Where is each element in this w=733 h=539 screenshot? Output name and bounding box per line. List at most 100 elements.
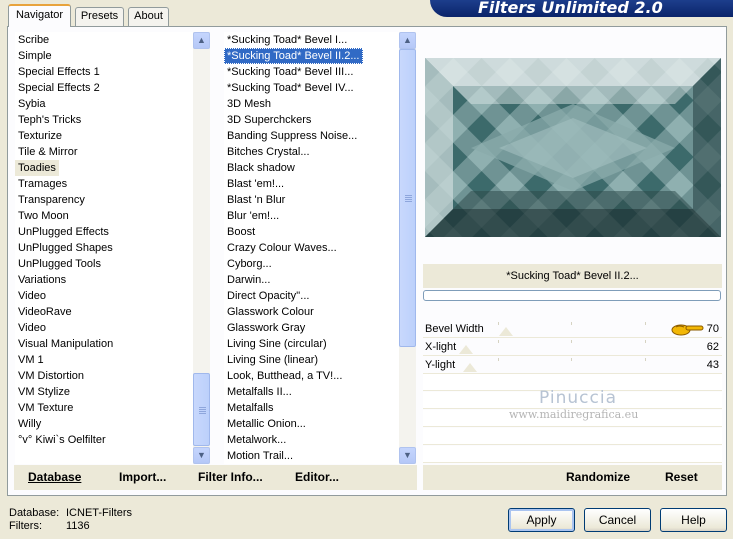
list-item[interactable]: Scribe (15, 32, 52, 48)
list-item[interactable]: Living Sine (circular) (224, 336, 330, 352)
list-item[interactable]: *Sucking Toad* Bevel III... (224, 64, 356, 80)
list-item[interactable]: Blur 'em!... (224, 208, 282, 224)
list-item[interactable]: Willy (15, 416, 44, 432)
list-item[interactable]: Texturize (15, 128, 65, 144)
filter-info-button[interactable]: Filter Info... (198, 465, 263, 490)
list-item[interactable]: 3D Mesh (224, 96, 274, 112)
list-item[interactable]: Special Effects 2 (15, 80, 103, 96)
list-item[interactable]: VM Distortion (15, 368, 87, 384)
down-arrow-icon[interactable]: ▼ (399, 447, 416, 464)
slider-tick (498, 340, 499, 343)
list-item[interactable]: Crazy Colour Waves... (224, 240, 340, 256)
database-button[interactable]: Database (28, 465, 81, 490)
param-row-bevel-width[interactable]: Bevel Width 70 (423, 320, 722, 338)
list-item[interactable]: Living Sine (linear) (224, 352, 321, 368)
list-item[interactable]: Blast 'n Blur (224, 192, 288, 208)
list-item[interactable]: VM Texture (15, 400, 76, 416)
list-item[interactable]: Tramages (15, 176, 70, 192)
list-item[interactable]: Visual Manipulation (15, 336, 116, 352)
list-item[interactable]: Boost (224, 224, 258, 240)
slider-tick (498, 322, 499, 325)
slider-marker (499, 327, 513, 336)
list-item[interactable]: Look, Butthead, a TV!... (224, 368, 345, 384)
filter-scrollbar[interactable]: ▲ ▼ (399, 32, 416, 464)
slider-tick (645, 358, 646, 361)
editor-button[interactable]: Editor... (295, 465, 339, 490)
list-item[interactable]: Banding Suppress Noise... (224, 128, 360, 144)
list-item[interactable]: Glasswork Gray (224, 320, 308, 336)
list-item[interactable]: UnPlugged Effects (15, 224, 112, 240)
slider-marker (463, 363, 477, 372)
watermark-name: Pinuccia (539, 388, 617, 408)
param-label: Bevel Width (425, 323, 484, 335)
status-filters-value: 1136 (66, 520, 90, 532)
list-item[interactable]: Video (15, 288, 49, 304)
list-item[interactable]: Sybia (15, 96, 49, 112)
list-item[interactable]: Glasswork Colour (224, 304, 317, 320)
list-item[interactable]: Teph's Tricks (15, 112, 84, 128)
preview-bevel-graphic (425, 58, 721, 237)
category-scroll-thumb[interactable] (193, 373, 210, 446)
list-item[interactable]: Black shadow (224, 160, 298, 176)
app-banner-title: Filters Unlimited 2.0 (430, 0, 733, 17)
cancel-button[interactable]: Cancel (584, 508, 651, 532)
list-item[interactable]: VM Stylize (15, 384, 73, 400)
status-database-label: Database: (9, 507, 60, 519)
slider-tick (645, 322, 646, 325)
help-button[interactable]: Help (660, 508, 727, 532)
list-item[interactable]: *Sucking Toad* Bevel IV... (224, 80, 357, 96)
import-button[interactable]: Import... (119, 465, 166, 490)
list-item[interactable]: Transparency (15, 192, 88, 208)
list-item[interactable]: Motion Trail... (224, 448, 296, 464)
list-item[interactable]: Metalfalls II... (224, 384, 295, 400)
slider-tick (498, 358, 499, 361)
list-item[interactable]: Toadies (15, 160, 59, 176)
list-item[interactable]: Direct Opacity''... (224, 288, 312, 304)
filter-list[interactable]: *Sucking Toad* Bevel I... *Sucking Toad* … (224, 32, 399, 464)
list-item[interactable]: Blast 'em!... (224, 176, 287, 192)
list-item[interactable]: Metallic Onion... (224, 416, 309, 432)
list-item[interactable]: Metalwork... (224, 432, 289, 448)
tab-about[interactable]: About (128, 7, 169, 26)
param-value: 62 (706, 341, 719, 353)
status-filters-label: Filters: (9, 520, 42, 532)
list-item[interactable]: VideoRave (15, 304, 75, 320)
list-item[interactable]: Cyborg... (224, 256, 275, 272)
down-arrow-icon[interactable]: ▼ (193, 447, 210, 464)
pointing-hand-icon (670, 322, 706, 336)
list-item[interactable]: 3D Superchckers (224, 112, 314, 128)
param-label: Y-light (425, 359, 456, 371)
list-item[interactable]: *Sucking Toad* Bevel II.2... (224, 48, 363, 64)
list-item[interactable]: Bitches Crystal... (224, 144, 313, 160)
status-filters: Filters: 1136 (9, 520, 90, 533)
list-item[interactable]: Two Moon (15, 208, 72, 224)
up-arrow-icon[interactable]: ▲ (193, 32, 210, 49)
list-item[interactable]: Darwin... (224, 272, 273, 288)
list-item[interactable]: *Sucking Toad* Bevel I... (224, 32, 350, 48)
randomize-button[interactable]: Randomize (566, 465, 630, 490)
list-item[interactable]: UnPlugged Tools (15, 256, 104, 272)
list-item[interactable]: Video (15, 320, 49, 336)
filter-scroll-thumb[interactable] (399, 49, 416, 347)
param-row-y-light[interactable]: Y-light 43 (423, 356, 722, 374)
tab-navigator[interactable]: Navigator (8, 4, 71, 27)
param-row-x-light[interactable]: X-light 62 (423, 338, 722, 356)
list-item[interactable]: Metalfalls (224, 400, 276, 416)
apply-button[interactable]: Apply (508, 508, 575, 532)
category-scrollbar[interactable]: ▲ ▼ (193, 32, 210, 464)
list-item[interactable]: VM 1 (15, 352, 47, 368)
progress-bar (423, 290, 721, 301)
list-item[interactable]: Special Effects 1 (15, 64, 103, 80)
list-item[interactable]: Tile & Mirror (15, 144, 80, 160)
up-arrow-icon[interactable]: ▲ (399, 32, 416, 49)
list-item[interactable]: Variations (15, 272, 69, 288)
filter-preview-image (425, 58, 721, 237)
list-item[interactable]: °v° Kiwi`s Oelfilter (15, 432, 109, 448)
status-database-value: ICNET-Filters (66, 507, 132, 519)
category-list[interactable]: Scribe Simple Special Effects 1 Special Eff… (15, 32, 193, 464)
list-item[interactable]: UnPlugged Shapes (15, 240, 116, 256)
reset-button[interactable]: Reset (665, 465, 698, 490)
slider-tick (571, 322, 572, 325)
list-item[interactable]: Simple (15, 48, 55, 64)
tab-presets[interactable]: Presets (75, 7, 124, 26)
